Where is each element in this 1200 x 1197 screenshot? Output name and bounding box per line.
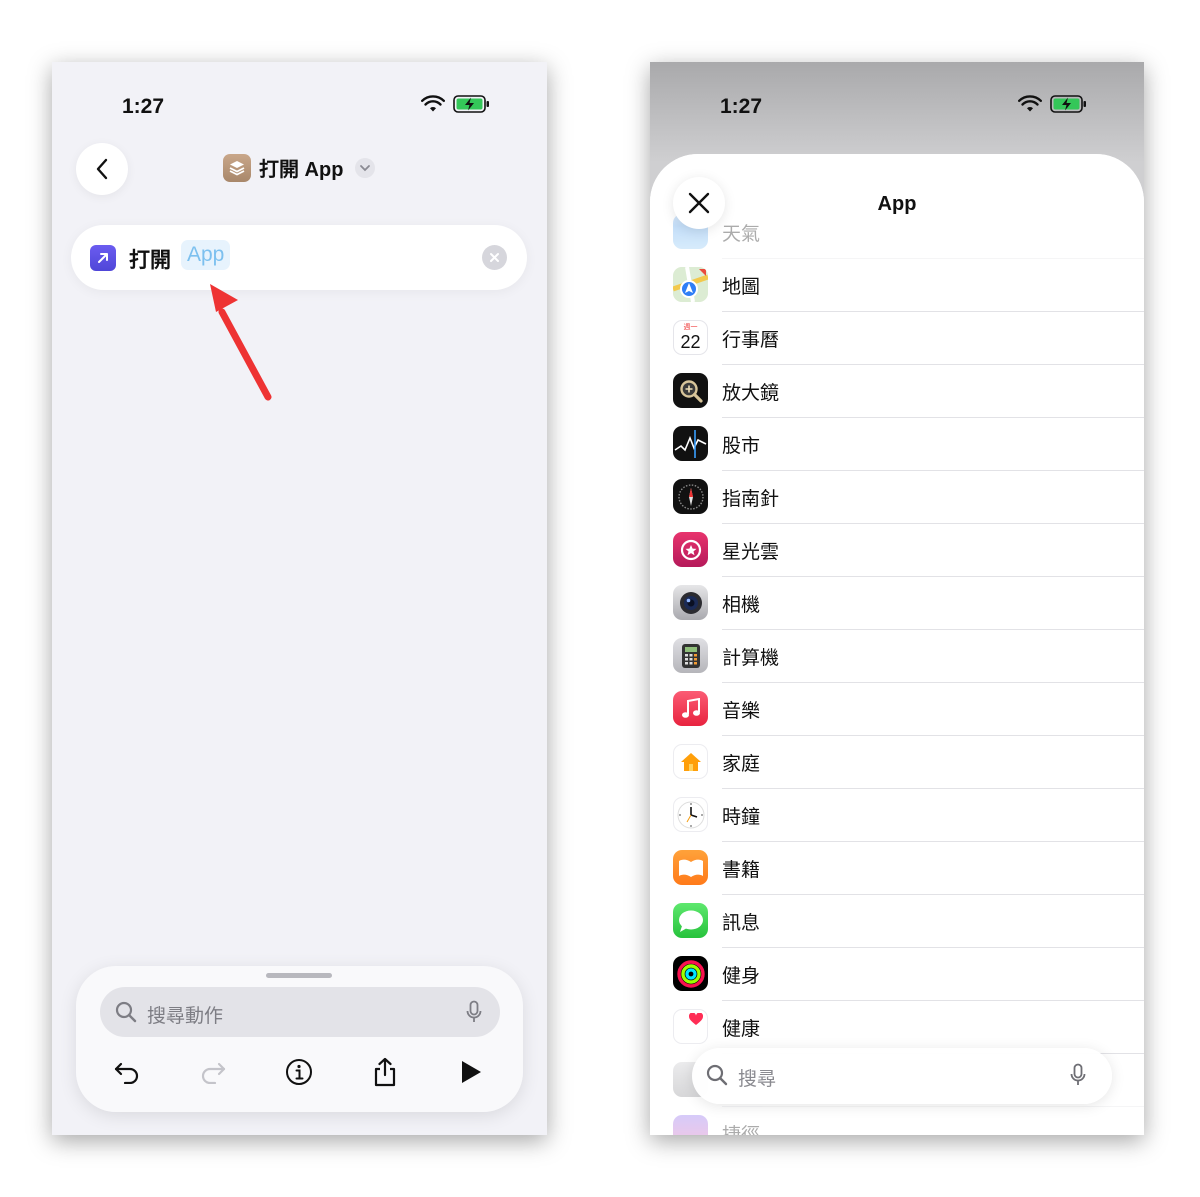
app-name: 天氣 bbox=[722, 224, 761, 245]
close-button[interactable] bbox=[673, 177, 725, 229]
list-item[interactable]: 相機 bbox=[650, 577, 1144, 630]
app-name: 相機 bbox=[722, 595, 761, 616]
app-name: 計算機 bbox=[722, 648, 780, 669]
page-title: 打開 App bbox=[259, 159, 344, 181]
clock-icon bbox=[673, 797, 708, 832]
wifi-icon bbox=[1018, 95, 1042, 112]
chevron-left-icon bbox=[96, 158, 108, 180]
list-item[interactable]: 週一 22 行事曆 bbox=[650, 312, 1144, 365]
health-icon bbox=[673, 1009, 708, 1044]
undo-button[interactable] bbox=[105, 1050, 149, 1094]
search-placeholder: 搜尋動作 bbox=[147, 1006, 224, 1027]
wifi-icon bbox=[421, 95, 445, 112]
starcloud-icon bbox=[673, 532, 708, 567]
app-name: 地圖 bbox=[722, 277, 761, 298]
stocks-icon bbox=[673, 426, 708, 461]
list-item[interactable]: 健身 bbox=[650, 948, 1144, 1001]
microphone-icon[interactable] bbox=[1070, 1063, 1086, 1087]
shortcuts-icon bbox=[673, 1115, 708, 1135]
layers-icon bbox=[223, 153, 251, 182]
run-button[interactable] bbox=[449, 1050, 493, 1094]
list-item[interactable]: 時鐘 bbox=[650, 789, 1144, 842]
app-name: 健康 bbox=[722, 1019, 761, 1040]
list-item[interactable]: 地圖 bbox=[650, 259, 1144, 312]
list-item[interactable]: 捷徑 bbox=[650, 1107, 1144, 1135]
editor-toolbar bbox=[76, 1050, 523, 1094]
action-label: 打開 bbox=[129, 249, 171, 272]
status-icons bbox=[421, 95, 491, 113]
battery-charging-icon bbox=[1050, 95, 1086, 113]
status-icons bbox=[1018, 95, 1088, 113]
chevron-down-icon[interactable] bbox=[355, 157, 376, 178]
list-item[interactable]: 放大鏡 bbox=[650, 365, 1144, 418]
microphone-icon[interactable] bbox=[466, 1000, 482, 1024]
open-app-action-card[interactable]: 打開 App bbox=[71, 225, 527, 290]
app-name: 捷徑 bbox=[722, 1120, 760, 1135]
music-icon bbox=[673, 691, 708, 726]
home-icon bbox=[673, 744, 708, 779]
share-icon bbox=[374, 1057, 396, 1087]
calculator-icon bbox=[673, 638, 708, 673]
info-icon bbox=[286, 1059, 312, 1085]
back-button[interactable] bbox=[76, 143, 128, 195]
maps-icon bbox=[673, 267, 708, 302]
app-parameter-token[interactable]: App bbox=[181, 240, 231, 270]
list-item[interactable]: 健康 bbox=[650, 1001, 1144, 1054]
messages-icon bbox=[673, 903, 708, 938]
close-icon bbox=[490, 253, 499, 262]
search-placeholder: 搜尋 bbox=[738, 1069, 777, 1090]
app-name: 書籍 bbox=[722, 860, 761, 881]
app-name: 音樂 bbox=[722, 701, 761, 722]
list-item[interactable]: 音樂 bbox=[650, 683, 1144, 736]
books-icon bbox=[673, 850, 708, 885]
right-phone-screen: 1:27 天氣 地圖 週一 22 行事曆 放大鏡 股市 指南針 星光雲 相機 計… bbox=[650, 62, 1144, 1135]
list-item[interactable]: 計算機 bbox=[650, 630, 1144, 683]
fitness-icon bbox=[673, 956, 708, 991]
list-item[interactable]: 書籍 bbox=[650, 842, 1144, 895]
redo-icon bbox=[201, 1062, 226, 1084]
compass-icon bbox=[673, 479, 708, 514]
action-search-bar[interactable]: 搜尋動作 bbox=[100, 987, 500, 1037]
list-item[interactable]: 星光雲 bbox=[650, 524, 1144, 577]
app-name: 放大鏡 bbox=[722, 383, 780, 404]
undo-icon bbox=[114, 1062, 139, 1084]
calendar-icon: 週一 22 bbox=[673, 320, 708, 355]
app-name: 指南針 bbox=[722, 489, 780, 510]
search-icon bbox=[115, 1001, 137, 1023]
left-phone-screen: 1:27 打開 App 打開 App 搜尋動作 bbox=[52, 62, 547, 1135]
app-name: 時鐘 bbox=[722, 807, 761, 828]
play-icon bbox=[462, 1061, 481, 1083]
sheet-grabber[interactable] bbox=[266, 973, 332, 978]
app-name: 訊息 bbox=[722, 913, 761, 934]
app-search-bar[interactable]: 搜尋 bbox=[692, 1048, 1112, 1104]
close-icon bbox=[688, 192, 710, 214]
info-button[interactable] bbox=[277, 1050, 321, 1094]
annotation-arrow bbox=[210, 284, 272, 401]
battery-charging-icon bbox=[453, 95, 489, 113]
app-name: 股市 bbox=[722, 436, 761, 457]
list-item[interactable]: 股市 bbox=[650, 418, 1144, 471]
share-button[interactable] bbox=[363, 1050, 407, 1094]
redo-button[interactable] bbox=[191, 1050, 235, 1094]
status-time: 1:27 bbox=[122, 95, 165, 118]
arrow-up-right-icon bbox=[90, 245, 116, 271]
calendar-weekday: 週一 bbox=[683, 324, 698, 331]
app-name: 健身 bbox=[722, 966, 761, 987]
calendar-day: 22 bbox=[680, 332, 701, 352]
app-name: 家庭 bbox=[722, 754, 761, 775]
shortcut-title[interactable]: 打開 App bbox=[223, 153, 376, 182]
list-item[interactable]: 家庭 bbox=[650, 736, 1144, 789]
search-icon bbox=[706, 1064, 728, 1086]
camera-icon bbox=[673, 585, 708, 620]
list-item[interactable]: 指南針 bbox=[650, 471, 1144, 524]
clear-action-button[interactable] bbox=[482, 245, 507, 270]
status-time: 1:27 bbox=[720, 95, 763, 118]
app-name: 行事曆 bbox=[722, 330, 780, 351]
app-name: 星光雲 bbox=[722, 542, 780, 563]
magnifier-icon bbox=[673, 373, 708, 408]
list-item[interactable]: 訊息 bbox=[650, 895, 1144, 948]
action-search-panel: 搜尋動作 bbox=[76, 966, 523, 1112]
app-picker-sheet: 天氣 地圖 週一 22 行事曆 放大鏡 股市 指南針 星光雲 相機 計算機 音樂… bbox=[650, 154, 1144, 1135]
